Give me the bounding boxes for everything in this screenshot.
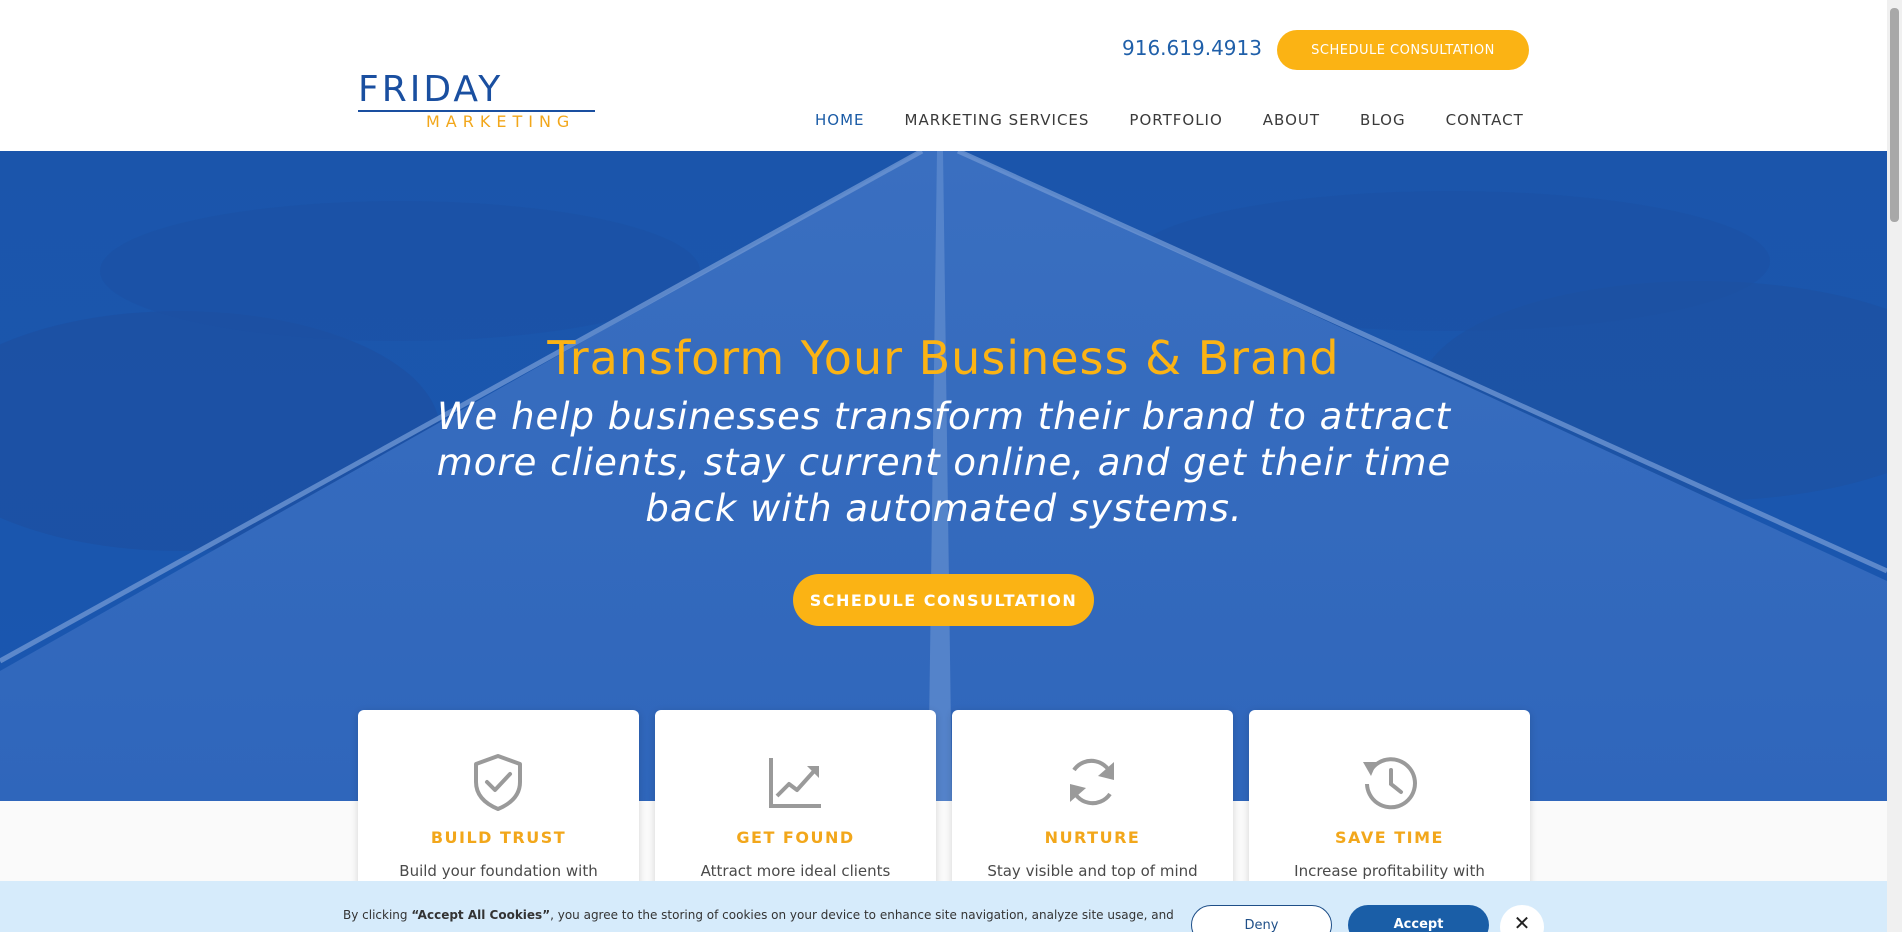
nav-item-contact[interactable]: CONTACT (1446, 111, 1524, 129)
nav-item-about[interactable]: ABOUT (1263, 111, 1320, 129)
site-header: FRIDAY MARKETING 916.619.4913 SCHEDULE C… (0, 0, 1887, 151)
logo-wordmark-bottom: MARKETING (426, 112, 576, 131)
card-title: BUILD TRUST (430, 828, 567, 847)
cookie-deny-button[interactable]: Deny (1191, 905, 1332, 932)
card-title: SAVE TIME (1335, 828, 1444, 847)
hero-title: Transform Your Business & Brand (547, 331, 1340, 385)
shield-check-icon (474, 754, 522, 811)
trending-up-icon (769, 758, 821, 808)
card-title: GET FOUND (736, 828, 855, 847)
page: FRIDAY MARKETING 916.619.4913 SCHEDULE C… (0, 0, 1902, 932)
nav-item-blog[interactable]: BLOG (1360, 111, 1406, 129)
schedule-consultation-header-button[interactable]: SCHEDULE CONSULTATION (1277, 30, 1529, 70)
cookie-text-suffix: , you agree to the storing of cookies on… (550, 908, 1174, 922)
refresh-icon (1070, 758, 1114, 806)
cookie-consent-bar: By clicking “Accept All Cookies”, you ag… (0, 881, 1887, 932)
cookie-text-bold: “Accept All Cookies” (411, 908, 551, 922)
hero-section: Transform Your Business & Brand We help … (0, 151, 1887, 801)
card-text: Increase profitability with (1294, 862, 1485, 880)
card-title: NURTURE (1044, 828, 1141, 847)
nav-item-marketing-services[interactable]: MARKETING SERVICES (905, 111, 1090, 129)
logo-wordmark-top: FRIDAY (358, 69, 504, 110)
schedule-consultation-hero-button[interactable]: SCHEDULE CONSULTATION (793, 574, 1094, 626)
main-nav: HOME MARKETING SERVICES PORTFOLIO ABOUT … (815, 111, 1524, 129)
card-text: Stay visible and top of mind (987, 862, 1198, 880)
page-scrollbar[interactable] (1887, 0, 1902, 932)
nav-item-home[interactable]: HOME (815, 111, 865, 129)
phone-link[interactable]: 916.619.4913 (1122, 36, 1262, 60)
cookie-consent-text: By clicking “Accept All Cookies”, you ag… (343, 908, 1174, 922)
friday-marketing-logo[interactable]: FRIDAY MARKETING (358, 72, 598, 132)
cookie-text-prefix: By clicking (343, 908, 412, 922)
hero-subtitle: We help businesses transform their brand… (436, 395, 1452, 530)
scrollbar-thumb[interactable] (1890, 8, 1899, 222)
card-text: Build your foundation with (399, 862, 598, 880)
nav-item-portfolio[interactable]: PORTFOLIO (1129, 111, 1222, 129)
history-icon (1363, 757, 1417, 810)
close-icon[interactable]: ✕ (1500, 905, 1544, 932)
cookie-accept-button[interactable]: Accept (1348, 905, 1489, 932)
card-text: Attract more ideal clients (700, 862, 891, 880)
